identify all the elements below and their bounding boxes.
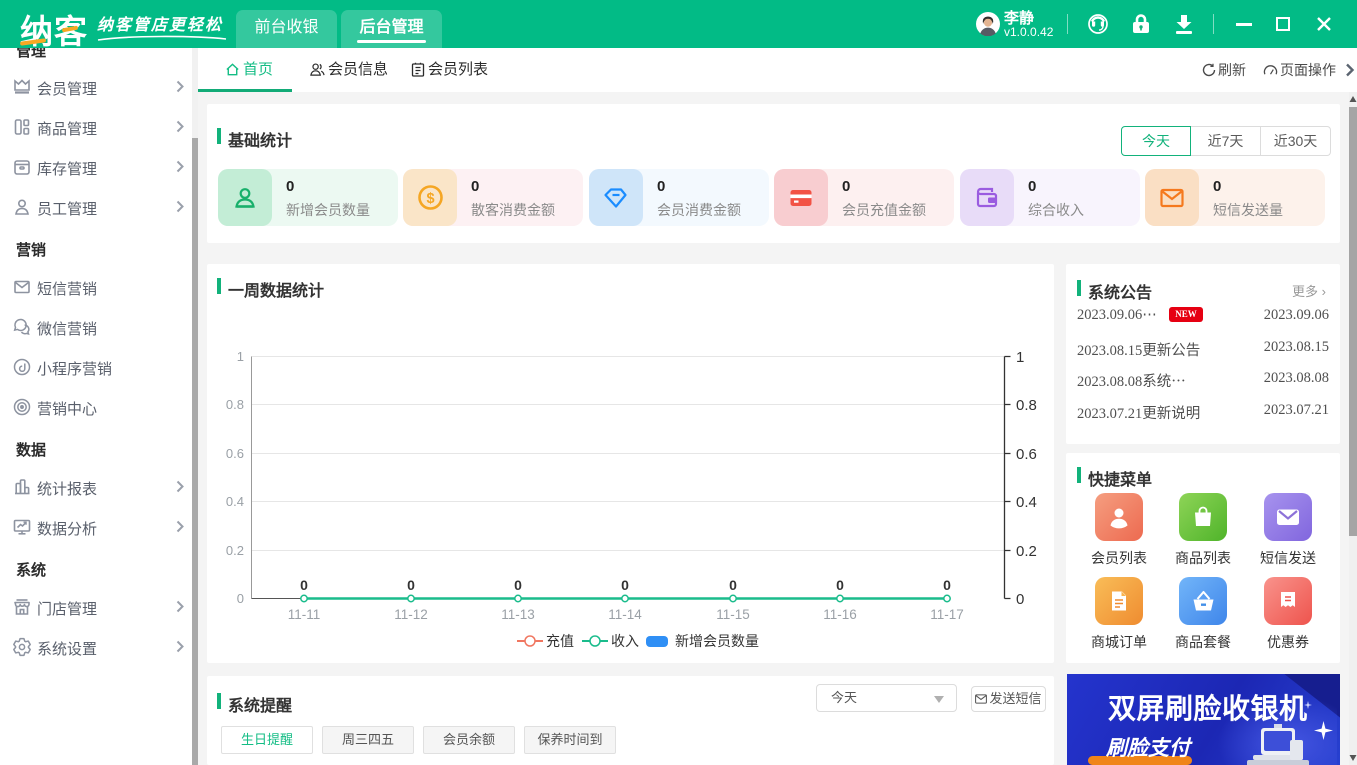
svg-text:11-14: 11-14 [608,607,642,622]
svg-text:$: $ [426,191,434,207]
svg-text:11-17: 11-17 [930,607,964,622]
svg-text:1: 1 [237,349,244,364]
svg-text:0: 0 [729,577,737,593]
svg-text:0.4: 0.4 [226,494,244,509]
svg-text:11-15: 11-15 [716,607,750,622]
svg-text:充值: 充值 [546,633,574,649]
svg-text:0.6: 0.6 [226,446,244,461]
svg-text:0.4: 0.4 [1016,494,1037,511]
svg-text:0.6: 0.6 [1016,446,1037,463]
svg-text:0: 0 [943,577,951,593]
svg-text:11-12: 11-12 [394,607,428,622]
svg-text:新增会员数量: 新增会员数量 [675,633,759,649]
svg-text:0: 0 [237,591,244,606]
svg-text:0.2: 0.2 [226,543,244,558]
svg-text:收入: 收入 [611,633,639,649]
svg-text:0: 0 [407,577,415,593]
svg-text:0.2: 0.2 [1016,543,1037,560]
svg-text:0.8: 0.8 [1016,397,1037,414]
svg-text:0: 0 [514,577,522,593]
svg-text:0: 0 [1016,591,1024,608]
svg-text:11-16: 11-16 [823,607,857,622]
svg-text:0.8: 0.8 [226,397,244,412]
svg-text:1: 1 [1016,349,1024,366]
svg-text:0: 0 [300,577,308,593]
svg-text:0: 0 [836,577,844,593]
svg-text:0: 0 [621,577,629,593]
svg-text:11-13: 11-13 [501,607,535,622]
svg-text:11-11: 11-11 [288,607,321,622]
